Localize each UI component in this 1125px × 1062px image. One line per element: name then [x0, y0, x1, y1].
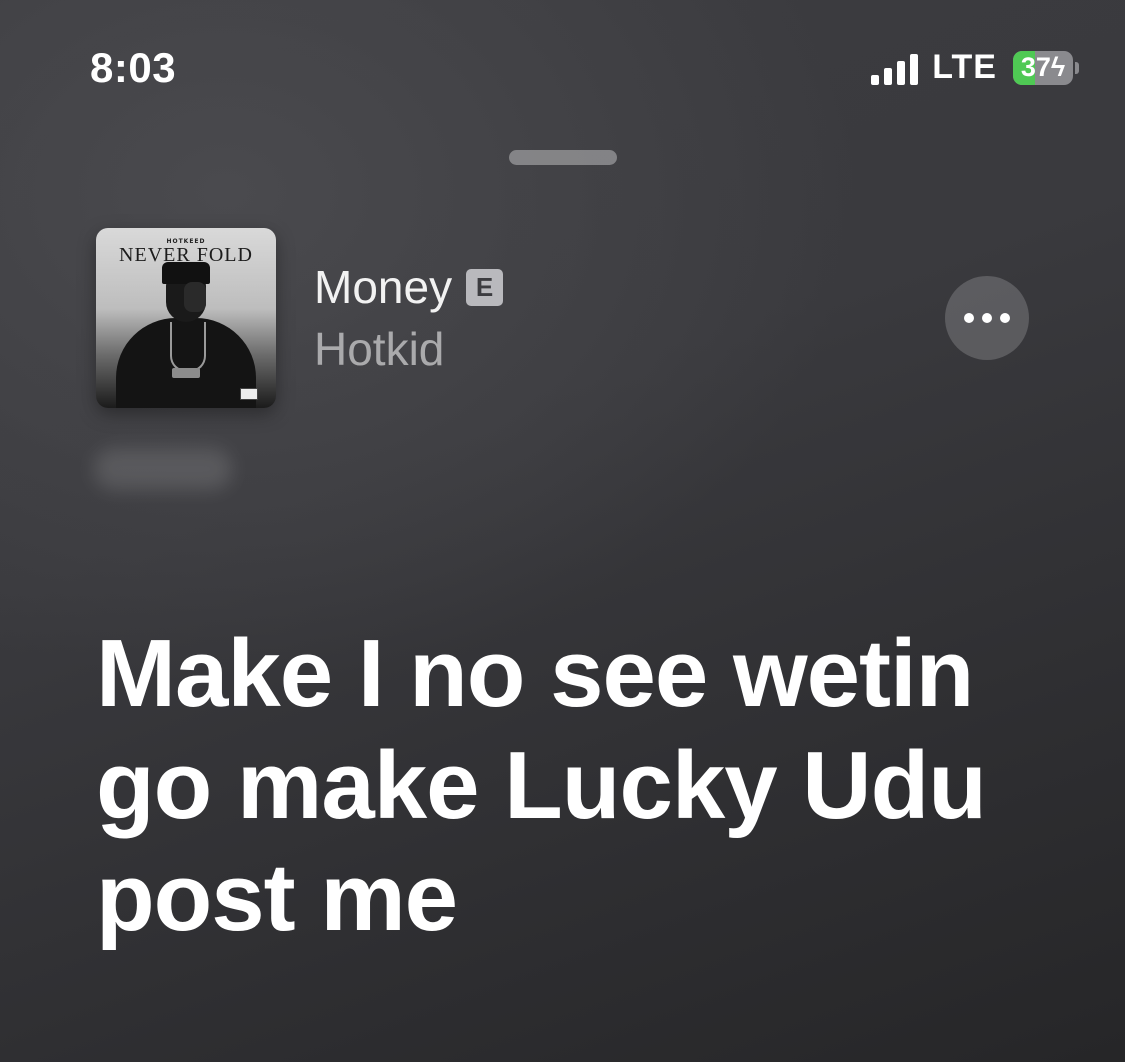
explicit-badge: E — [466, 268, 504, 306]
lyric-line: go make Lucky Udu — [96, 732, 987, 839]
album-artwork[interactable]: HOTKEED NEVER FOLD — [96, 228, 276, 408]
song-title: Money — [314, 261, 453, 313]
lyric-line: post me — [96, 844, 458, 951]
status-icons: LTE 37 ϟ — [871, 48, 1079, 87]
battery-charging-icon: 37 ϟ — [1013, 50, 1073, 85]
previous-lyric-blurred — [94, 448, 232, 490]
artist-name[interactable]: Hotkid — [314, 322, 444, 376]
parental-advisory-label — [240, 388, 258, 400]
artwork-portrait — [116, 262, 256, 408]
lyric-line: Make I no see wetin — [96, 620, 974, 727]
song-title-row[interactable]: Money E — [314, 260, 504, 314]
sheet-grabber[interactable] — [509, 150, 617, 165]
more-options-button[interactable] — [945, 276, 1029, 360]
cellular-signal-icon — [871, 51, 919, 85]
network-type: LTE — [932, 48, 997, 86]
battery-nub — [1075, 61, 1079, 74]
current-lyric[interactable]: Make I no see wetin go make Lucky Udu po… — [96, 618, 1086, 954]
more-horizontal-icon — [964, 313, 974, 323]
status-time: 8:03 — [90, 44, 177, 91]
battery-percent: 37 — [1020, 52, 1051, 82]
charging-bolt-icon: ϟ — [1050, 52, 1066, 82]
